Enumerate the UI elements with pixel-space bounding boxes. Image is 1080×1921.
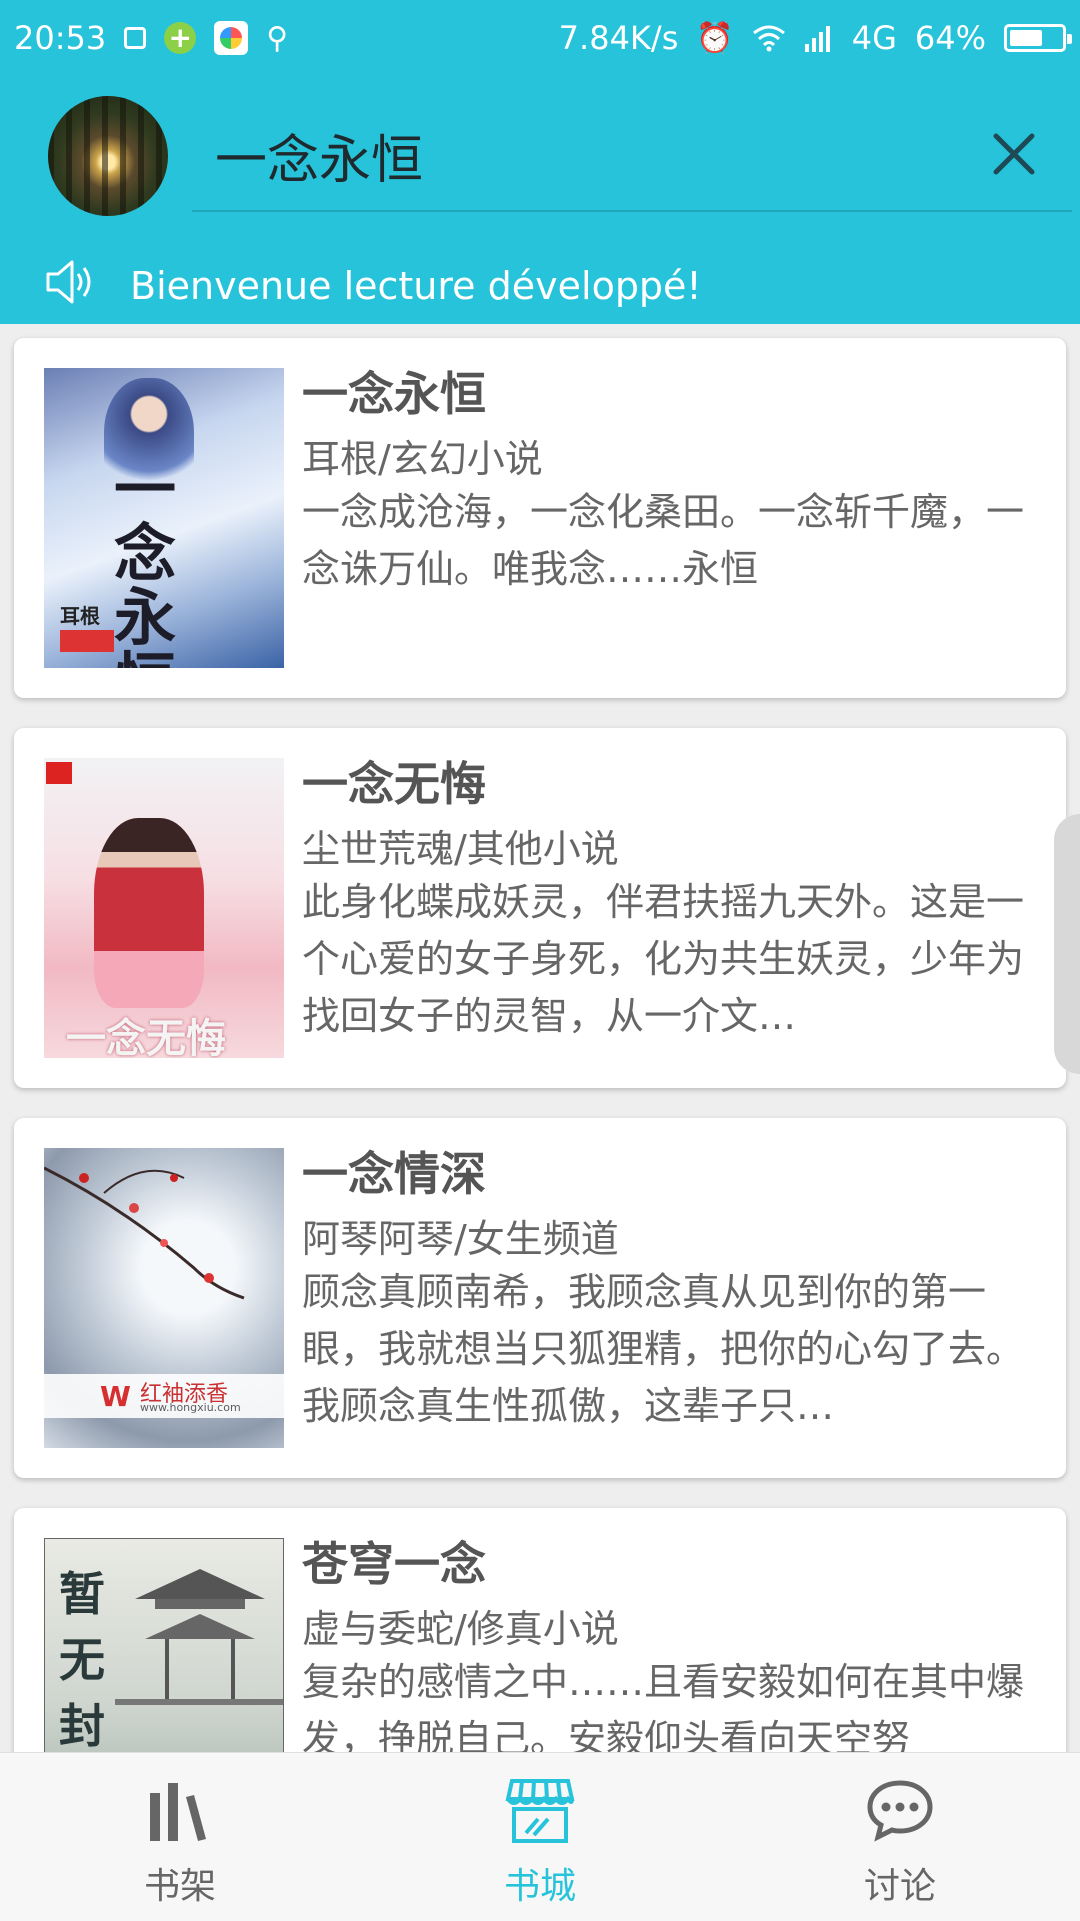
announcement-text: Bienvenue lecture développé! [130, 264, 702, 308]
cover-branch-art [44, 1166, 245, 1300]
book-author: 耳根/玄幻小说 [302, 437, 543, 481]
cover-pavilion-art [115, 1569, 283, 1705]
close-icon[interactable] [990, 130, 1038, 178]
battery-percent: 64% [914, 19, 986, 57]
book-description: 复杂的感情之中……且看安毅如何在其中爆发，挣脱自己。安毅仰头看向天空努 [302, 1660, 1025, 1752]
search-input[interactable]: 一念永恒 [215, 118, 423, 193]
book-title: 苍穹一念 [302, 1537, 486, 1591]
network-type: 4G [851, 19, 897, 57]
cover-title: 一念永恒 [114, 453, 177, 669]
nav-bookstore[interactable]: 书城 [440, 1753, 640, 1921]
book-author: 阿琴阿琴/女生频道 [302, 1217, 619, 1261]
book-description: 一念成沧海，一念化桑田。一念斩千魔，一念诛万仙。唯我念……永恒 [302, 490, 1025, 591]
book-title: 一念永恒 [302, 367, 486, 421]
network-speed: 7.84K/s [558, 19, 679, 57]
book-cover: 一念无悔 [44, 758, 284, 1058]
usb-icon: ⚲ [266, 20, 289, 56]
search-header: 一念永恒 Bienvenue lecture développé! [0, 76, 1080, 324]
status-time: 20:53 [14, 19, 107, 57]
cover-title: 暂无封面 [59, 1567, 105, 1752]
avatar[interactable] [48, 96, 168, 216]
nav-discuss[interactable]: 讨论 [800, 1753, 1000, 1921]
nav-label-bookshelf: 书架 [143, 1866, 216, 1907]
book-title: 一念无悔 [302, 757, 486, 811]
signal-icon [804, 26, 830, 52]
app-notification-icon [214, 21, 249, 55]
store-icon [505, 1779, 575, 1843]
alarm-icon: ⏰ [696, 20, 734, 56]
nav-label-discuss: 讨论 [863, 1866, 936, 1907]
chat-icon [867, 1780, 933, 1842]
book-cover: 暂无封面 [44, 1538, 284, 1752]
book-list[interactable]: 一念永恒 耳根 一念永恒 耳根/玄幻小说 一念成沧海，一念化桑田。一念斩千魔，一… [0, 324, 1080, 1752]
cover-author: 耳根 [60, 604, 100, 628]
scroll-handle[interactable] [1054, 814, 1080, 1074]
bookshelf-icon [150, 1783, 206, 1841]
book-author: 虚与委蛇/修真小说 [302, 1607, 619, 1651]
cover-publisher-logo [46, 762, 72, 784]
search-underline [192, 210, 1072, 212]
plus-app-icon: + [164, 22, 197, 54]
wifi-icon [752, 25, 785, 52]
cover-figure [94, 818, 204, 1008]
status-left: 20:53 + ⚲ [14, 19, 288, 57]
book-description: 顾念真顾南希，我顾念真从见到你的第一眼，我就想当只狐狸精，把你的心勾了去。我顾念… [302, 1270, 1025, 1428]
status-bar: 20:53 + ⚲ 7.84K/s ⏰ 4G 64% [0, 0, 1080, 76]
book-card[interactable]: 一念永恒 耳根 一念永恒 耳根/玄幻小说 一念成沧海，一念化桑田。一念斩千魔，一… [14, 338, 1066, 698]
nav-label-bookstore: 书城 [503, 1866, 576, 1907]
cover-title: 一念无悔 [66, 1016, 226, 1058]
book-card[interactable]: 一念无悔 一念无悔 尘世荒魂/其他小说 此身化蝶成妖灵，伴君扶摇九天外。这是一个… [14, 728, 1066, 1088]
cover-brand: 红袖添香 www.hongxiu.com W [44, 1374, 284, 1418]
cover-publisher-logo [60, 630, 114, 652]
bottom-nav: 书架 书城 讨论 [0, 1752, 1080, 1921]
nav-bookshelf[interactable]: 书架 [80, 1753, 280, 1921]
battery-icon [1004, 24, 1072, 52]
book-card[interactable]: 红袖添香 www.hongxiu.com W 一念情深 阿琴阿琴/女生频道 顾念… [14, 1118, 1066, 1478]
book-card[interactable]: 暂无封面 苍穹一念 虚与委蛇/修真小说 复杂的感情之中……且看安毅如何在其中爆发… [14, 1508, 1066, 1752]
status-right: 7.84K/s ⏰ 4G 64% [558, 19, 1072, 57]
screenshot-icon [124, 27, 147, 49]
speaker-icon [46, 260, 91, 304]
cover-brand-url: www.hongxiu.com [140, 1401, 241, 1414]
book-description: 此身化蝶成妖灵，伴君扶摇九天外。这是一个心爱的女子身死，化为共生妖灵，少年为找回… [302, 880, 1025, 1038]
battery-fill [1010, 30, 1042, 46]
book-cover: 一念永恒 耳根 [44, 368, 284, 668]
book-cover: 红袖添香 www.hongxiu.com W [44, 1148, 284, 1448]
cover-brand-logo: W [100, 1380, 131, 1413]
book-title: 一念情深 [302, 1147, 486, 1201]
book-author: 尘世荒魂/其他小说 [302, 827, 619, 871]
